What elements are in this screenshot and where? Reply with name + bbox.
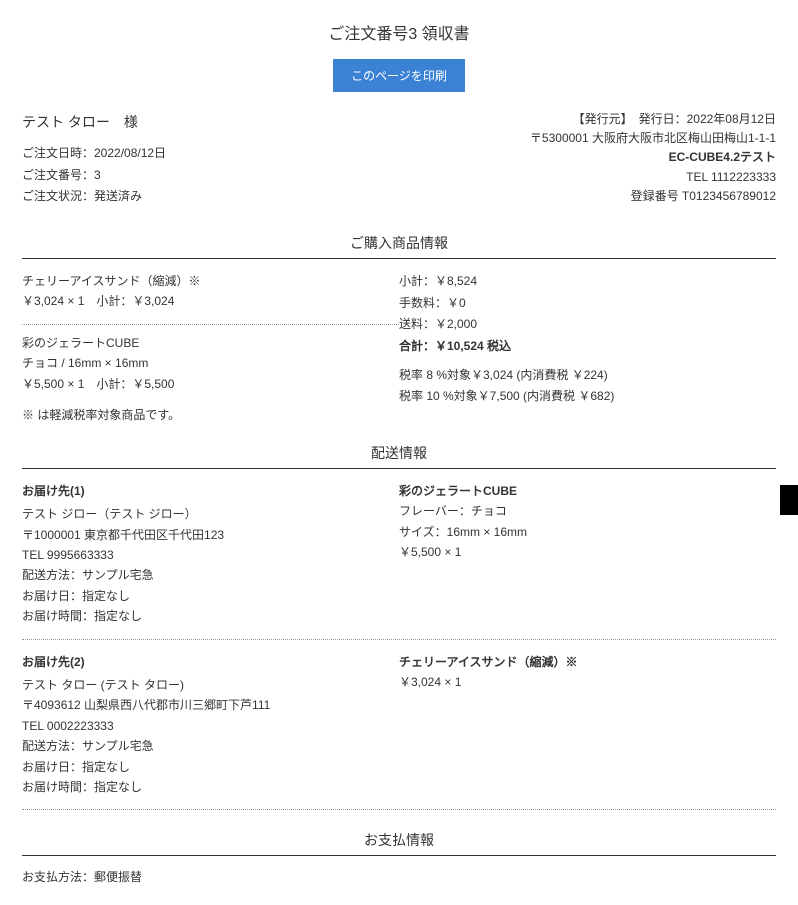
payment-method: お支払方法：郵便振替: [22, 868, 776, 885]
delivery-addr: 〒1000001 東京都千代田区千代田123: [22, 525, 399, 545]
delivery-method: 配送方法：サンプル宅急: [22, 565, 399, 585]
divider: [22, 324, 399, 325]
company-tel: TEL 1112223333: [530, 168, 776, 187]
order-status: ご注文状況：発送済み: [22, 186, 166, 208]
item-price: ￥3,024 × 1 小計：￥3,024: [22, 291, 399, 311]
totals: 小計：￥8,524 手数料：￥0 送料：￥2,000 合計：￥10,524 税込: [399, 271, 776, 357]
section-delivery: 配送情報: [22, 443, 776, 469]
delivery-time: お届け時間：指定なし: [22, 606, 399, 626]
decorative-block: [780, 485, 798, 515]
delivery-block: お届け先(1) テスト ジロー（テスト ジロー） 〒1000001 東京都千代田…: [22, 481, 776, 640]
tax-10: 税率 10 %対象￥7,500 (内消費税 ￥682): [399, 386, 776, 406]
fee: 手数料：￥0: [399, 293, 776, 315]
section-payment: お支払情報: [22, 830, 776, 856]
item-row: チェリーアイスサンド（縮減）※ ￥3,024 × 1 小計：￥3,024: [22, 271, 399, 312]
tax-breakdown: 税率 8 %対象￥3,024 (内消費税 ￥224) 税率 10 %対象￥7,5…: [399, 365, 776, 406]
delivery-product: チェリーアイスサンド（縮減）※: [399, 652, 776, 672]
delivery-tel: TEL 0002223333: [22, 716, 399, 736]
company-name: EC-CUBE4.2テスト: [530, 148, 776, 167]
item-name: 彩のジェラートCUBE: [22, 333, 399, 353]
print-button[interactable]: このページを印刷: [333, 59, 465, 92]
item-spec: チョコ / 16mm × 16mm: [22, 353, 399, 373]
delivery-spec: フレーバー：チョコ: [399, 501, 776, 521]
tax-note: ※ は軽減税率対象商品です。: [22, 406, 399, 423]
delivery-time: お届け時間：指定なし: [22, 777, 399, 797]
delivery-block: お届け先(2) テスト タロー (テスト タロー) 〒4093612 山梨県西八…: [22, 652, 776, 811]
delivery-name: テスト タロー (テスト タロー): [22, 675, 399, 695]
total: 合計：￥10,524 税込: [399, 336, 776, 358]
page-title: ご注文番号3 領収書: [22, 20, 776, 44]
order-number: ご注文番号：3: [22, 165, 166, 187]
delivery-spec: サイズ：16mm × 16mm: [399, 522, 776, 542]
subtotal: 小計：￥8,524: [399, 271, 776, 293]
customer-name: テスト タロー 様: [22, 110, 166, 135]
item-price: ￥5,500 × 1 小計：￥5,500: [22, 374, 399, 394]
customer-info: テスト タロー 様 ご注文日時：2022/08/12日 ご注文番号：3 ご注文状…: [22, 110, 166, 208]
item-name: チェリーアイスサンド（縮減）※: [22, 271, 399, 291]
shipping: 送料：￥2,000: [399, 314, 776, 336]
delivery-date: お届け日：指定なし: [22, 757, 399, 777]
company-info: 【発行元】 発行日：2022年08月12日 〒5300001 大阪府大阪市北区梅…: [530, 110, 776, 208]
delivery-method: 配送方法：サンプル宅急: [22, 736, 399, 756]
delivery-name: テスト ジロー（テスト ジロー）: [22, 504, 399, 524]
issued-line: 【発行元】 発行日：2022年08月12日: [530, 110, 776, 129]
delivery-title: お届け先(2): [22, 652, 399, 672]
delivery-addr: 〒4093612 山梨県西八代郡市川三郷町下芦111: [22, 695, 399, 715]
delivery-title: お届け先(1): [22, 481, 399, 501]
tax-8: 税率 8 %対象￥3,024 (内消費税 ￥224): [399, 365, 776, 385]
section-purchase: ご購入商品情報: [22, 233, 776, 259]
order-datetime: ご注文日時：2022/08/12日: [22, 143, 166, 165]
company-address: 〒5300001 大阪府大阪市北区梅山田梅山1-1-1: [530, 129, 776, 148]
delivery-price: ￥3,024 × 1: [399, 672, 776, 692]
company-reg: 登録番号 T0123456789012: [530, 187, 776, 206]
item-row: 彩のジェラートCUBE チョコ / 16mm × 16mm ￥5,500 × 1…: [22, 333, 399, 394]
delivery-product: 彩のジェラートCUBE: [399, 481, 776, 501]
delivery-date: お届け日：指定なし: [22, 586, 399, 606]
delivery-tel: TEL 9995663333: [22, 545, 399, 565]
delivery-price: ￥5,500 × 1: [399, 542, 776, 562]
